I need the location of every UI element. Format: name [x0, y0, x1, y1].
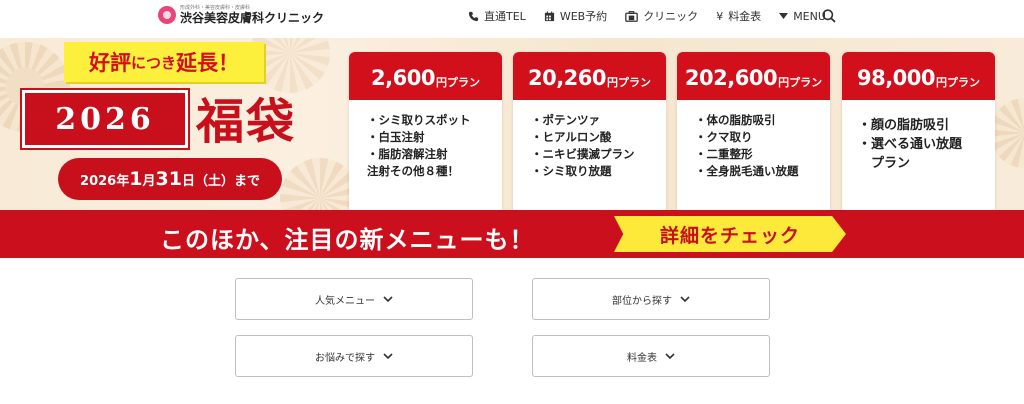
- year-box: 2026: [20, 88, 190, 150]
- price-list-button[interactable]: 料金表: [532, 335, 770, 377]
- nav-web-reserve-label: WEB予約: [559, 10, 608, 23]
- flower-decoration: [990, 98, 1024, 168]
- plan-items: ・顔の脂肪吸引 ・選べる通い放題 プラン: [842, 100, 995, 173]
- extension-badge: 好評 につき 延長！: [64, 42, 264, 82]
- plan-item: プラン: [858, 156, 911, 171]
- plan-item: ・シミ取り放題: [531, 164, 612, 178]
- banner-title: 福袋: [196, 94, 297, 150]
- logo-mark-icon: [158, 6, 176, 24]
- plan-header: 98,000 円プラン: [842, 52, 995, 100]
- caret-down-icon: [779, 13, 789, 19]
- plan-item: ・クマ取り: [695, 130, 753, 144]
- ribbon-text: このほか、注目の新メニューも！: [160, 226, 535, 254]
- nav-menu[interactable]: MENU: [779, 10, 826, 23]
- plan-header: 202,600 円プラン: [677, 52, 830, 100]
- nav-tel[interactable]: 直通TEL: [468, 8, 526, 24]
- plan-item: ・体の脂肪吸引: [695, 113, 776, 127]
- nav-price[interactable]: ¥ 料金表: [716, 8, 761, 24]
- plan-items: ・ポテンツァ ・ヒアルロン酸 ・ニキビ撲滅プラン ・シミ取り放題: [513, 100, 666, 180]
- chevron-down-icon: [680, 295, 690, 302]
- clinic-logo[interactable]: 形成外科・美容皮膚科・皮膚科 渋谷美容皮膚科クリニック: [158, 5, 324, 25]
- yen-icon: ¥: [716, 9, 724, 23]
- plan-header: 2,600 円プラン: [349, 52, 502, 100]
- chevron-down-icon: [383, 295, 393, 302]
- plan-item: 注射その他８種！: [367, 164, 459, 178]
- plan-item: ・ヒアルロン酸: [531, 130, 612, 144]
- plan-item: ・ニキビ撲滅プラン: [531, 147, 635, 161]
- plan-card: 2,600 円プラン ・シミ取りスポット ・白玉注射 ・脂肪溶解注射 注射その他８…: [349, 52, 502, 214]
- nav-web-reserve[interactable]: WEB予約: [544, 8, 607, 24]
- new-menu-ribbon: このほか、注目の新メニューも！ 詳細をチェック: [0, 210, 1024, 258]
- search-icon[interactable]: [822, 9, 836, 23]
- plan-item: ・脂肪溶解注射: [367, 147, 448, 161]
- check-details-button[interactable]: 詳細をチェック: [614, 216, 846, 252]
- search-by-concern-button[interactable]: お悩みで探す: [235, 335, 473, 377]
- plan-item: ・白玉注射: [367, 130, 425, 144]
- plan-card: 202,600 円プラン ・体の脂肪吸引 ・クマ取り ・二重整形 ・全身脱毛通い放…: [677, 52, 830, 214]
- nav-menu-label: MENU: [793, 9, 826, 23]
- plan-card: 98,000 円プラン ・顔の脂肪吸引 ・選べる通い放題 プラン: [842, 52, 995, 214]
- clinic-icon: [625, 10, 639, 22]
- plan-items: ・シミ取りスポット ・白玉注射 ・脂肪溶解注射 注射その他８種！: [349, 100, 502, 180]
- deadline-pill: 2026年 1 月 31 日（土）まで: [58, 158, 282, 200]
- plan-item: ・顔の脂肪吸引: [858, 118, 950, 133]
- nav-clinic-label: クリニック: [643, 10, 699, 23]
- plan-item: ・選べる通い放題: [858, 137, 963, 152]
- global-nav: 直通TEL WEB予約 クリニック ¥ 料金表 MENU: [468, 8, 844, 24]
- chevron-down-icon: [383, 352, 393, 359]
- search-by-area-button[interactable]: 部位から探す: [532, 278, 770, 320]
- nav-tel-label: 直通TEL: [484, 10, 526, 23]
- plan-header: 20,260 円プラン: [513, 52, 666, 100]
- plan-item: ・シミ取りスポット: [367, 113, 471, 127]
- phone-icon: [468, 11, 479, 21]
- calendar-icon: [544, 10, 554, 21]
- chevron-down-icon: [665, 352, 675, 359]
- plan-item: ・全身脱毛通い放題: [695, 164, 799, 178]
- plan-card: 20,260 円プラン ・ポテンツァ ・ヒアルロン酸 ・ニキビ撲滅プラン ・シミ取…: [513, 52, 666, 214]
- nav-price-label: 料金表: [728, 10, 762, 23]
- plan-items: ・体の脂肪吸引 ・クマ取り ・二重整形 ・全身脱毛通い放題: [677, 100, 830, 180]
- logo-name: 渋谷美容皮膚科クリニック: [180, 11, 325, 25]
- banner-year: 2026: [55, 101, 155, 137]
- plan-item: ・ポテンツァ: [531, 113, 600, 127]
- site-header: 形成外科・美容皮膚科・皮膚科 渋谷美容皮膚科クリニック 直通TEL WEB予約 …: [0, 0, 1024, 38]
- popular-menu-button[interactable]: 人気メニュー: [235, 278, 473, 320]
- fukubukuro-banner[interactable]: 好評 につき 延長！ 2026 福袋 2026年 1 月 31 日（土）まで 2,600 円プ…: [0, 38, 1024, 258]
- nav-clinic[interactable]: クリニック: [625, 8, 698, 24]
- plan-item: ・二重整形: [695, 147, 753, 161]
